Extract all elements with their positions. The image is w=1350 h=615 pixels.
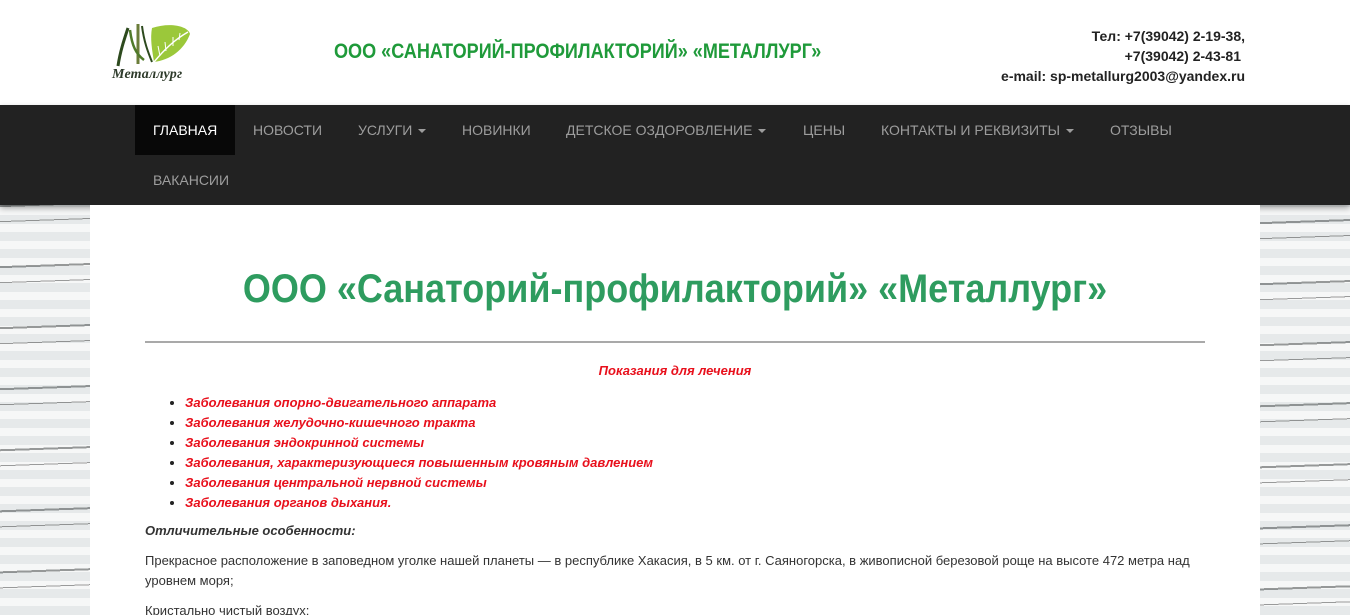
list-item: Заболевания, характеризующиеся повышенны…: [185, 453, 653, 473]
nav-label: ГЛАВНАЯ: [153, 122, 218, 138]
list-item: Заболевания опорно-двигательного аппарат…: [185, 393, 653, 413]
main-navbar: ГЛАВНАЯ НОВОСТИ УСЛУГИ НОВИНКИ ДЕТСКОЕ О…: [0, 105, 1350, 205]
site-header: Металлург ООО «САНАТОРИЙ-ПРОФИЛАКТОРИЙ» …: [0, 0, 1350, 105]
caret-down-icon: [758, 129, 767, 134]
caret-down-icon: [418, 129, 427, 134]
nav-item-contacts[interactable]: КОНТАКТЫ И РЕКВИЗИТЫ: [863, 105, 1092, 155]
nav-item-vacancies[interactable]: ВАКАНСИИ: [135, 155, 247, 205]
nav-label: ЦЕНЫ: [803, 122, 846, 138]
nav-label: КОНТАКТЫ И РЕКВИЗИТЫ: [881, 122, 1061, 138]
email-line[interactable]: e-mail: sp-metallurg2003@yandex.ru: [1001, 66, 1245, 86]
nav-label: УСЛУГИ: [358, 122, 413, 138]
list-item: Заболевания желудочно-кишечного тракта: [185, 413, 653, 433]
nav-item-home[interactable]: ГЛАВНАЯ: [135, 105, 236, 155]
nav-label: НОВИНКИ: [462, 122, 531, 138]
nav-item-news[interactable]: НОВОСТИ: [235, 105, 340, 155]
paragraph-location: Прекрасное расположение в заповедном уго…: [145, 553, 1190, 588]
logo[interactable]: Металлург: [108, 20, 194, 86]
phone-line-2: +7(39042) 2-43-81: [1124, 48, 1241, 64]
indications-heading: Показания для лечения: [598, 363, 752, 378]
divider: [145, 341, 1205, 343]
indications-list: Заболевания опорно-двигательного аппарат…: [185, 393, 653, 513]
nav-label: НОВОСТИ: [253, 122, 323, 138]
logo-text: Металлург: [112, 67, 183, 82]
caret-down-icon: [1066, 129, 1075, 134]
nav-label: ДЕТСКОЕ ОЗДОРОВЛЕНИЕ: [566, 122, 753, 138]
list-item: Заболевания органов дыхания.: [185, 493, 653, 513]
nav-item-new[interactable]: НОВИНКИ: [444, 105, 549, 155]
list-item: Заболевания центральной нервной системы: [185, 473, 653, 493]
nav-label: ОТЗЫВЫ: [1110, 122, 1172, 138]
site-title: ООО «САНАТОРИЙ-ПРОФИЛАКТОРИЙ» «МЕТАЛЛУРГ…: [334, 40, 822, 63]
paragraph-air: Кристально чистый воздух;: [145, 603, 310, 615]
phone-line-1: Тел: +7(39042) 2-19-38,: [1091, 28, 1245, 44]
content-panel: ООО «Санаторий-профилакторий» «Металлург…: [90, 205, 1260, 615]
nav-label: ВАКАНСИИ: [153, 172, 230, 188]
features-heading: Отличительные особенности:: [145, 523, 356, 538]
nav-item-services[interactable]: УСЛУГИ: [340, 105, 444, 155]
nav-item-prices[interactable]: ЦЕНЫ: [785, 105, 863, 155]
nav-item-children-health[interactable]: ДЕТСКОЕ ОЗДОРОВЛЕНИЕ: [548, 105, 784, 155]
list-item: Заболевания эндокринной системы: [185, 433, 653, 453]
page-title: ООО «Санаторий-профилакторий» «Металлург…: [242, 267, 1108, 311]
contact-info: Тел: +7(39042) 2-19-38, +7(39042) 2-43-8…: [1001, 26, 1245, 86]
nav-item-reviews[interactable]: ОТЗЫВЫ: [1092, 105, 1190, 155]
